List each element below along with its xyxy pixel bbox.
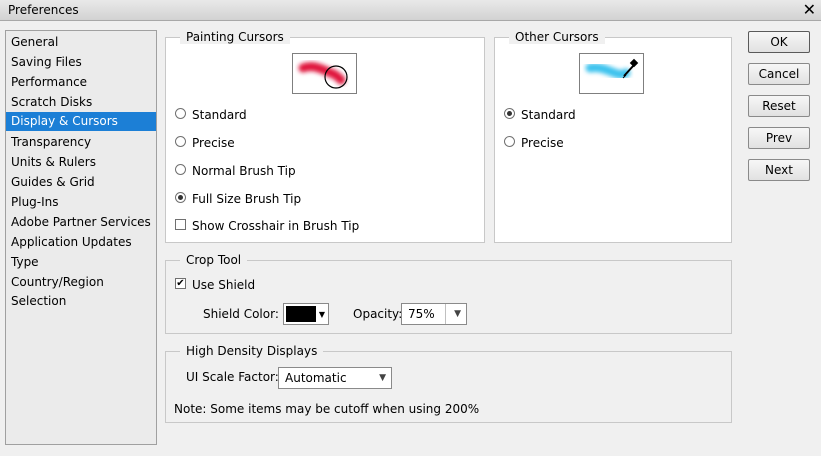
- painting-cursor-preview: [292, 53, 357, 94]
- sidebar-item-country-region[interactable]: Country/Region Selection: [6, 273, 156, 308]
- prev-button[interactable]: Prev: [748, 127, 810, 149]
- other-cursor-preview: [579, 53, 644, 94]
- radio-label: Full Size Brush Tip: [192, 192, 302, 206]
- radio-indicator: [175, 164, 186, 175]
- sidebar-item-saving-files[interactable]: Saving Files: [6, 53, 156, 72]
- preferences-sidebar: General Saving Files Performance Scratch…: [5, 30, 157, 445]
- checkbox-label: Use Shield: [192, 278, 256, 292]
- cancel-button[interactable]: Cancel: [748, 63, 810, 85]
- sidebar-item-units-rulers[interactable]: Units & Rulers: [6, 153, 156, 172]
- opacity-label: Opacity:: [353, 307, 403, 321]
- crop-tool-legend: Crop Tool: [180, 253, 248, 267]
- checkbox-indicator: [175, 219, 186, 230]
- next-button[interactable]: Next: [748, 159, 810, 181]
- opacity-value: 75%: [408, 307, 435, 321]
- sidebar-item-general[interactable]: General: [6, 33, 156, 52]
- window-title: Preferences: [8, 3, 79, 17]
- reset-button[interactable]: Reset: [748, 95, 810, 117]
- shield-color-label: Shield Color:: [203, 307, 279, 321]
- other-cursors-group: Other Cursors Standard Precise: [494, 30, 732, 243]
- high-density-group: High Density Displays UI Scale Factor: A…: [165, 344, 732, 423]
- radio-label: Standard: [192, 108, 247, 122]
- painting-cursors-group: Painting Cursors Standard Precise Normal…: [165, 30, 485, 243]
- sidebar-item-display-cursors[interactable]: Display & Cursors: [6, 112, 156, 131]
- brush-cursor-preview-icon: [298, 62, 348, 89]
- sidebar-item-guides-grid[interactable]: Guides & Grid: [6, 173, 156, 192]
- radio-indicator: [175, 108, 186, 119]
- crop-tool-group: Crop Tool ✔ Use Shield Shield Color: ▼ O…: [165, 253, 732, 334]
- opacity-dropdown[interactable]: 75% ▼: [401, 303, 467, 325]
- sidebar-item-adobe-partner-services[interactable]: Adobe Partner Services: [6, 213, 156, 232]
- title-bar: Preferences ✕: [0, 0, 821, 21]
- ui-scale-value: Automatic: [285, 371, 347, 385]
- radio-label: Normal Brush Tip: [192, 164, 296, 178]
- shield-color-picker[interactable]: ▼: [283, 303, 329, 325]
- other-cursors-legend: Other Cursors: [509, 30, 605, 44]
- painting-cursors-legend: Painting Cursors: [180, 30, 290, 44]
- sidebar-item-transparency[interactable]: Transparency: [6, 133, 156, 152]
- sidebar-item-application-updates[interactable]: Application Updates: [6, 233, 156, 252]
- ui-scale-label: UI Scale Factor:: [186, 370, 279, 384]
- radio-label: Precise: [192, 136, 235, 150]
- sidebar-item-plug-ins[interactable]: Plug-Ins: [6, 193, 156, 212]
- radio-indicator: [175, 136, 186, 147]
- high-density-note: Note: Some items may be cutoff when usin…: [174, 402, 480, 416]
- eyedropper-cursor-preview-icon: [585, 58, 639, 79]
- shield-color-swatch: [286, 306, 316, 322]
- chevron-down-icon: ▼: [454, 309, 461, 319]
- radio-label: Standard: [521, 108, 576, 122]
- dropdown-separator: [445, 304, 446, 324]
- ok-button[interactable]: OK: [748, 31, 810, 53]
- chevron-down-icon: ▼: [318, 310, 325, 319]
- close-icon[interactable]: ✕: [803, 0, 816, 19]
- chevron-down-icon: ▼: [379, 373, 386, 383]
- high-density-legend: High Density Displays: [180, 344, 324, 358]
- checkmark-icon: ✔: [175, 278, 186, 289]
- checkbox-label: Show Crosshair in Brush Tip: [192, 219, 360, 233]
- ui-scale-dropdown[interactable]: Automatic ▼: [278, 367, 392, 389]
- sidebar-item-scratch-disks[interactable]: Scratch Disks: [6, 93, 156, 112]
- radio-label: Precise: [521, 136, 564, 150]
- sidebar-item-performance[interactable]: Performance: [6, 73, 156, 92]
- radio-indicator: [504, 136, 515, 147]
- radio-indicator: [504, 108, 515, 119]
- sidebar-item-type[interactable]: Type: [6, 253, 156, 272]
- radio-indicator: [175, 192, 186, 203]
